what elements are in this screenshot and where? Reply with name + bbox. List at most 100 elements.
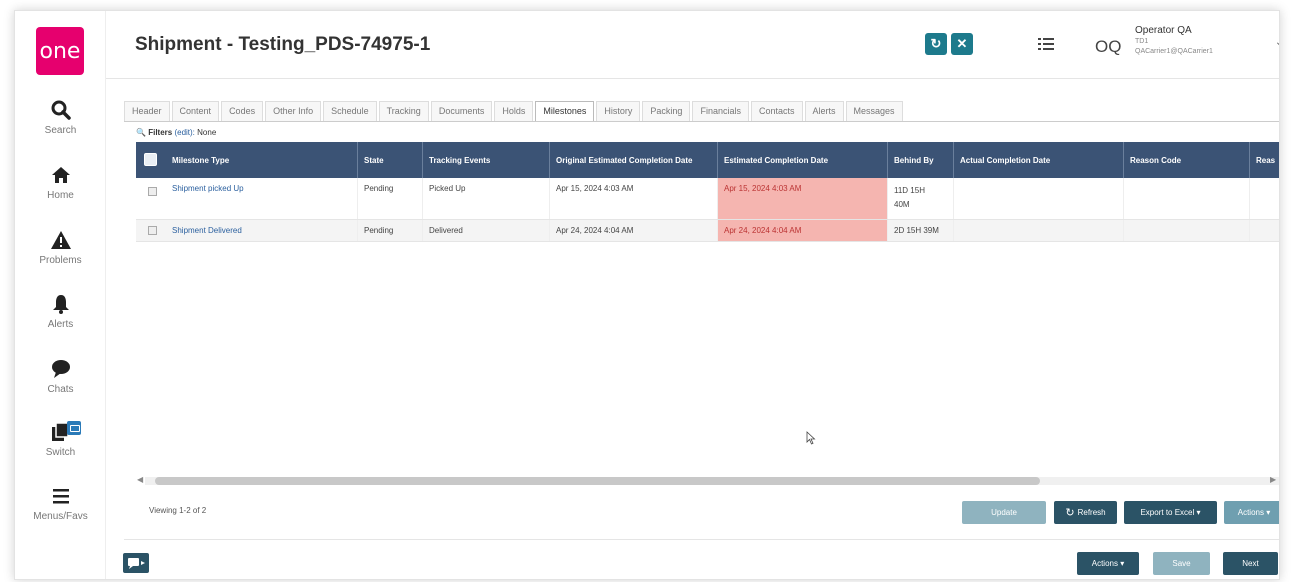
export-excel-button[interactable]: Export to Excel ▾ <box>1124 501 1217 524</box>
refresh-icon: ↻ <box>930 36 942 51</box>
original-date-cell: Apr 24, 2024 4:04 AM <box>550 220 718 241</box>
col-milestone-type[interactable]: Milestone Type <box>166 142 358 178</box>
mouse-cursor-icon <box>806 431 816 445</box>
chevron-down-icon[interactable]: ⌄ <box>1275 37 1279 48</box>
tab-codes[interactable]: Codes <box>221 101 264 121</box>
grid-actions-button[interactable]: Actions ▾ <box>1224 501 1279 524</box>
tracking-events-cell: Picked Up <box>423 178 550 219</box>
app-window: one Search Home Problems Alerts Chats Sw… <box>14 10 1280 580</box>
home-icon <box>51 167 70 183</box>
tab-history[interactable]: History <box>596 101 641 121</box>
col-estimated-date[interactable]: Estimated Completion Date <box>718 142 888 178</box>
state-cell: Pending <box>358 178 423 219</box>
sidebar-item-problems[interactable]: Problems <box>15 229 106 266</box>
tab-packing[interactable]: Packing <box>642 101 691 121</box>
behind-by-line: 11D 15H <box>894 186 925 195</box>
sidebar: one Search Home Problems Alerts Chats Sw… <box>15 11 106 579</box>
avatar[interactable]: OQ <box>1095 37 1121 57</box>
table-row[interactable]: Shipment Delivered Pending Delivered Apr… <box>136 220 1279 242</box>
milestone-type-link[interactable]: Shipment picked Up <box>166 178 358 219</box>
row-checkbox[interactable] <box>148 187 157 196</box>
app-logo[interactable]: one <box>36 27 84 75</box>
refresh-button[interactable]: ↻ <box>925 33 947 55</box>
search-icon: 🔍 <box>136 128 146 137</box>
actions-button[interactable]: Actions ▾ <box>1077 552 1139 575</box>
scrollbar-thumb[interactable] <box>155 477 1040 485</box>
col-reason-code[interactable]: Reason Code <box>1124 142 1250 178</box>
actual-date-cell <box>954 178 1124 219</box>
sidebar-item-switch[interactable]: Switch <box>15 421 106 458</box>
tab-milestones[interactable]: Milestones <box>535 101 595 122</box>
sidebar-item-label: Home <box>47 190 74 201</box>
refresh-icon: ↻ <box>1065 507 1075 519</box>
close-button[interactable]: ✕ <box>951 33 973 55</box>
tab-content[interactable]: Content <box>171 101 220 121</box>
sidebar-item-label: Switch <box>45 447 76 458</box>
tab-other-info[interactable]: Other Info <box>265 101 322 121</box>
sidebar-item-menus[interactable]: Menus/Favs <box>15 485 106 522</box>
menu-icon <box>52 489 69 504</box>
tab-divider <box>124 121 1279 122</box>
select-all-checkbox[interactable] <box>144 153 157 166</box>
sidebar-item-label: Alerts <box>47 319 74 330</box>
reason-code-cell <box>1124 220 1250 241</box>
sidebar-item-label: Search <box>44 125 77 136</box>
close-icon: ✕ <box>956 36 968 51</box>
col-actual-date[interactable]: Actual Completion Date <box>954 142 1124 178</box>
bell-icon <box>52 295 69 314</box>
sidebar-item-label: Problems <box>39 255 82 266</box>
tab-financials[interactable]: Financials <box>692 101 749 121</box>
warning-icon <box>50 231 71 249</box>
tab-messages[interactable]: Messages <box>845 101 903 121</box>
tab-alerts[interactable]: Alerts <box>804 101 844 121</box>
refresh-grid-label: Refresh <box>1077 508 1106 517</box>
filters: 🔍 Filters (edit): None <box>136 128 216 137</box>
col-behind-by[interactable]: Behind By <box>888 142 954 178</box>
col-tracking-events[interactable]: Tracking Events <box>423 142 550 178</box>
filters-value: None <box>197 128 217 137</box>
col-state[interactable]: State <box>358 142 423 178</box>
user-name: Operator QA <box>1135 25 1192 36</box>
sidebar-item-search[interactable]: Search <box>15 99 106 136</box>
sidebar-item-alerts[interactable]: Alerts <box>15 293 106 330</box>
update-button[interactable]: Update <box>962 501 1046 524</box>
table-row[interactable]: Shipment picked Up Pending Picked Up Apr… <box>136 178 1279 220</box>
horizontal-scrollbar[interactable] <box>145 477 1279 485</box>
sidebar-item-label: Menus/Favs <box>33 511 88 522</box>
chat-button[interactable] <box>123 553 149 573</box>
tab-bar: Header Content Codes Other Info Schedule Trac… <box>124 101 905 122</box>
filters-edit-link[interactable]: (edit): <box>174 128 194 137</box>
estimated-date-cell: Apr 24, 2024 4:04 AM <box>718 220 888 241</box>
footer-divider <box>124 539 1279 540</box>
col-original-date[interactable]: Original Estimated Completion Date <box>550 142 718 178</box>
scroll-left-arrow[interactable]: ◀ <box>137 475 143 484</box>
col-reason[interactable]: Reas <box>1250 142 1279 178</box>
tab-schedule[interactable]: Schedule <box>323 101 377 121</box>
tab-contacts[interactable]: Contacts <box>750 101 803 121</box>
viewing-count: Viewing 1-2 of 2 <box>149 506 207 515</box>
tab-header[interactable]: Header <box>124 101 170 121</box>
chat-icon <box>128 558 145 569</box>
next-button[interactable]: Next <box>1223 552 1278 575</box>
milestone-type-link[interactable]: Shipment Delivered <box>166 220 358 241</box>
user-org: TD1 <box>1135 38 1149 45</box>
estimated-date-cell: Apr 15, 2024 4:03 AM <box>718 178 888 219</box>
filters-label: Filters <box>148 128 173 137</box>
page-title: Shipment - Testing_PDS-74975-1 <box>135 34 431 55</box>
sidebar-item-chats[interactable]: Chats <box>15 358 106 395</box>
behind-by-cell: 2D 15H 39M <box>888 220 954 241</box>
tab-holds[interactable]: Holds <box>494 101 534 121</box>
actual-date-cell <box>954 220 1124 241</box>
row-checkbox[interactable] <box>148 226 157 235</box>
tab-documents[interactable]: Documents <box>430 101 493 121</box>
save-button[interactable]: Save <box>1153 552 1210 575</box>
tracking-events-cell: Delivered <box>423 220 550 241</box>
sidebar-item-home[interactable]: Home <box>15 164 106 201</box>
refresh-grid-button[interactable]: ↻ Refresh <box>1054 501 1117 524</box>
tab-tracking[interactable]: Tracking <box>378 101 429 121</box>
search-icon <box>51 100 71 120</box>
sidebar-item-label: Chats <box>47 384 74 395</box>
scroll-right-arrow[interactable]: ▶ <box>1270 475 1276 484</box>
grid-header: Milestone Type State Tracking Events Ori… <box>136 142 1279 178</box>
list-icon[interactable] <box>1038 37 1054 51</box>
